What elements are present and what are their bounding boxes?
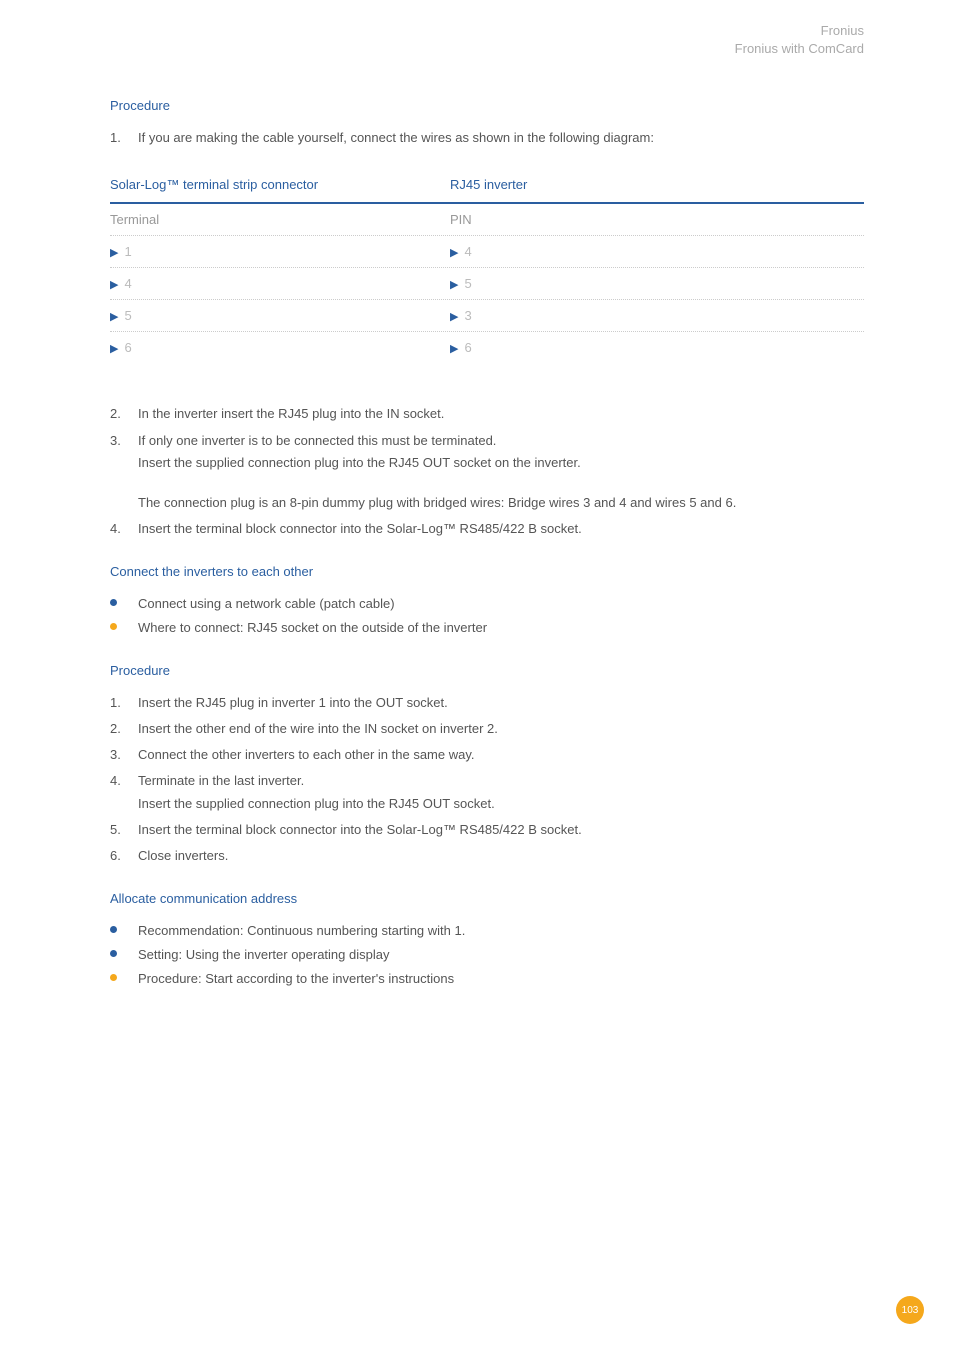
list-text: If you are making the cable yourself, co…: [138, 127, 864, 149]
list-text-line: If only one inverter is to be connected …: [138, 430, 864, 452]
cell: 4: [464, 244, 471, 259]
triangle-icon: ▶: [110, 343, 118, 355]
list-text: Insert the terminal block connector into…: [138, 819, 864, 841]
list-number: 4.: [110, 518, 138, 540]
cell: 3: [464, 308, 471, 323]
bullet-icon: [110, 623, 117, 630]
table-row: ▶ 5 ▶ 3: [110, 300, 864, 332]
bullet-item: Where to connect: RJ45 socket on the out…: [110, 617, 864, 639]
bullet-icon: [110, 974, 117, 981]
table-row: ▶ 6 ▶ 6: [110, 332, 864, 363]
list-item: 2.Insert the other end of the wire into …: [110, 718, 864, 740]
list-item: 4.Terminate in the last inverter.Insert …: [110, 770, 864, 814]
triangle-icon: ▶: [450, 311, 458, 323]
bullet-item: Setting: Using the inverter operating di…: [110, 944, 864, 966]
cell: 5: [464, 276, 471, 291]
table-row: ▶ 1 ▶ 4: [110, 236, 864, 268]
bullet-icon: [110, 599, 117, 606]
triangle-icon: ▶: [110, 279, 118, 291]
bullet-text: Where to connect: RJ45 socket on the out…: [138, 617, 864, 639]
bullet-text: Connect using a network cable (patch cab…: [138, 593, 864, 615]
section-title-procedure-2: Procedure: [110, 663, 864, 678]
table-subheader-row: Terminal PIN: [110, 204, 864, 236]
list-item: 1. If you are making the cable yourself,…: [110, 127, 864, 149]
bullet-text: Setting: Using the inverter operating di…: [138, 944, 864, 966]
cell: 6: [464, 340, 471, 355]
list-item: 3.Connect the other inverters to each ot…: [110, 744, 864, 766]
list-text-line: The connection plug is an 8-pin dummy pl…: [138, 492, 864, 514]
list-text: Insert the terminal block connector into…: [138, 518, 864, 540]
cell: 1: [124, 244, 131, 259]
list-number: 5.: [110, 819, 138, 841]
list-number: 1.: [110, 692, 138, 714]
pin-table: Solar-Log™ terminal strip connector RJ45…: [110, 177, 864, 363]
list-number: 2.: [110, 718, 138, 740]
table-header-row: Solar-Log™ terminal strip connector RJ45…: [110, 177, 864, 204]
list-number: 6.: [110, 845, 138, 867]
list-item: 1.Insert the RJ45 plug in inverter 1 int…: [110, 692, 864, 714]
cell: 4: [124, 276, 131, 291]
bullet-icon: [110, 926, 117, 933]
list-text: In the inverter insert the RJ45 plug int…: [138, 403, 864, 425]
list-text: Insert the other end of the wire into th…: [138, 718, 864, 740]
list-text-line: Terminate in the last inverter.: [138, 770, 864, 792]
section-title-procedure-1: Procedure: [110, 98, 864, 113]
cell: 5: [124, 308, 131, 323]
list-text-line: Insert the supplied connection plug into…: [138, 793, 864, 815]
table-head-left: Solar-Log™ terminal strip connector: [110, 177, 450, 192]
list-item: 6.Close inverters.: [110, 845, 864, 867]
list-number: 2.: [110, 403, 138, 425]
table-row: ▶ 4 ▶ 5: [110, 268, 864, 300]
section-title-allocate: Allocate communication address: [110, 891, 864, 906]
page-number-badge: 103: [896, 1296, 924, 1324]
triangle-icon: ▶: [110, 311, 118, 323]
bullet-item: Recommendation: Continuous numbering sta…: [110, 920, 864, 942]
bullet-icon: [110, 950, 117, 957]
header-line2: Fronius with ComCard: [110, 40, 864, 58]
list-text: Terminate in the last inverter.Insert th…: [138, 770, 864, 814]
triangle-icon: ▶: [110, 247, 118, 259]
list-number: 3.: [110, 430, 138, 514]
triangle-icon: ▶: [450, 279, 458, 291]
bullet-item: Procedure: Start according to the invert…: [110, 968, 864, 990]
cell: 6: [124, 340, 131, 355]
list-number: 3.: [110, 744, 138, 766]
bullet-item: Connect using a network cable (patch cab…: [110, 593, 864, 615]
list-number: 1.: [110, 127, 138, 149]
list-item: 5.Insert the terminal block connector in…: [110, 819, 864, 841]
list-text-line: Insert the supplied connection plug into…: [138, 452, 864, 474]
page-header: Fronius Fronius with ComCard: [110, 22, 864, 58]
list-number: 4.: [110, 770, 138, 814]
table-sub-right: PIN: [450, 212, 864, 227]
table-head-right: RJ45 inverter: [450, 177, 864, 192]
page-number: 103: [902, 1305, 919, 1316]
triangle-icon: ▶: [450, 247, 458, 259]
list-item: 2. In the inverter insert the RJ45 plug …: [110, 403, 864, 425]
list-item: 4. Insert the terminal block connector i…: [110, 518, 864, 540]
list-text: Connect the other inverters to each othe…: [138, 744, 864, 766]
header-line1: Fronius: [110, 22, 864, 40]
bullet-text: Procedure: Start according to the invert…: [138, 968, 864, 990]
bullet-text: Recommendation: Continuous numbering sta…: [138, 920, 864, 942]
list-text: Insert the RJ45 plug in inverter 1 into …: [138, 692, 864, 714]
list-text: Close inverters.: [138, 845, 864, 867]
list-text: If only one inverter is to be connected …: [138, 430, 864, 514]
table-sub-left: Terminal: [110, 212, 450, 227]
list-item: 3. If only one inverter is to be connect…: [110, 430, 864, 514]
triangle-icon: ▶: [450, 343, 458, 355]
section-title-connect: Connect the inverters to each other: [110, 564, 864, 579]
